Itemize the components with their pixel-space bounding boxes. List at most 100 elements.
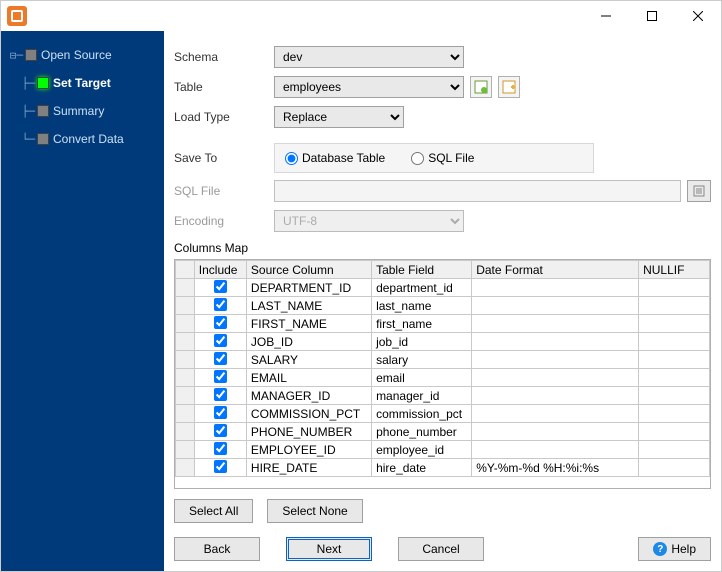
date-cell[interactable] [472,441,639,459]
columns-map-grid[interactable]: Include Source Column Table Field Date F… [174,259,711,489]
saveto-radio-sql[interactable]: SQL File [411,151,474,165]
table-row[interactable]: LAST_NAMElast_name [176,297,710,315]
include-cell[interactable] [194,405,246,423]
source-cell[interactable]: DEPARTMENT_ID [246,279,371,297]
table-row[interactable]: SALARYsalary [176,351,710,369]
help-button[interactable]: ? Help [638,537,711,561]
cancel-button[interactable]: Cancel [398,537,484,561]
loadtype-select[interactable]: Replace [274,106,404,128]
field-cell[interactable]: employee_id [372,441,472,459]
date-cell[interactable] [472,333,639,351]
row-header[interactable] [176,459,195,477]
field-cell[interactable]: hire_date [372,459,472,477]
row-header[interactable] [176,405,195,423]
refresh-table-button[interactable] [470,76,492,98]
nullif-cell[interactable] [639,459,710,477]
source-cell[interactable]: MANAGER_ID [246,387,371,405]
row-header[interactable] [176,387,195,405]
date-cell[interactable] [472,351,639,369]
table-row[interactable]: DEPARTMENT_IDdepartment_id [176,279,710,297]
nullif-cell[interactable] [639,423,710,441]
row-header[interactable] [176,423,195,441]
include-checkbox[interactable] [214,388,227,401]
maximize-button[interactable] [629,1,675,31]
table-row[interactable]: HIRE_DATEhire_date%Y-%m-%d %H:%i:%s [176,459,710,477]
nullif-cell[interactable] [639,369,710,387]
table-row[interactable]: EMAILemail [176,369,710,387]
source-cell[interactable]: EMAIL [246,369,371,387]
source-cell[interactable]: EMPLOYEE_ID [246,441,371,459]
date-cell[interactable] [472,387,639,405]
date-cell[interactable] [472,297,639,315]
source-cell[interactable]: LAST_NAME [246,297,371,315]
browse-file-button[interactable] [687,180,711,202]
field-cell[interactable]: phone_number [372,423,472,441]
table-row[interactable]: EMPLOYEE_IDemployee_id [176,441,710,459]
grid-header-nullif[interactable]: NULLIF [639,261,710,279]
nullif-cell[interactable] [639,279,710,297]
field-cell[interactable]: last_name [372,297,472,315]
row-header[interactable] [176,315,195,333]
field-cell[interactable]: salary [372,351,472,369]
next-button[interactable]: Next [286,537,372,561]
table-row[interactable]: MANAGER_IDmanager_id [176,387,710,405]
field-cell[interactable]: first_name [372,315,472,333]
source-cell[interactable]: COMMISSION_PCT [246,405,371,423]
source-cell[interactable]: PHONE_NUMBER [246,423,371,441]
sidebar-item-set-target[interactable]: ├─ Set Target [1,69,164,97]
select-all-button[interactable]: Select All [174,499,253,523]
include-checkbox[interactable] [214,370,227,383]
include-cell[interactable] [194,315,246,333]
row-header[interactable] [176,279,195,297]
include-checkbox[interactable] [214,460,227,473]
nullif-cell[interactable] [639,441,710,459]
include-cell[interactable] [194,333,246,351]
grid-header-field[interactable]: Table Field [372,261,472,279]
field-cell[interactable]: commission_pct [372,405,472,423]
source-cell[interactable]: SALARY [246,351,371,369]
select-none-button[interactable]: Select None [267,499,362,523]
include-checkbox[interactable] [214,406,227,419]
include-cell[interactable] [194,297,246,315]
field-cell[interactable]: email [372,369,472,387]
table-row[interactable]: PHONE_NUMBERphone_number [176,423,710,441]
row-header[interactable] [176,333,195,351]
include-cell[interactable] [194,387,246,405]
date-cell[interactable] [472,279,639,297]
include-checkbox[interactable] [214,442,227,455]
source-cell[interactable]: FIRST_NAME [246,315,371,333]
include-checkbox[interactable] [214,334,227,347]
include-cell[interactable] [194,351,246,369]
row-header[interactable] [176,351,195,369]
include-checkbox[interactable] [214,280,227,293]
date-cell[interactable]: %Y-%m-%d %H:%i:%s [472,459,639,477]
back-button[interactable]: Back [174,537,260,561]
nullif-cell[interactable] [639,315,710,333]
include-checkbox[interactable] [214,316,227,329]
saveto-radio-db[interactable]: Database Table [285,151,385,165]
sidebar-item-summary[interactable]: ├─ Summary [1,97,164,125]
table-row[interactable]: JOB_IDjob_id [176,333,710,351]
field-cell[interactable]: department_id [372,279,472,297]
row-header[interactable] [176,441,195,459]
field-cell[interactable]: job_id [372,333,472,351]
sidebar-item-open-source[interactable]: ⊟─ Open Source [1,41,164,69]
include-checkbox[interactable] [214,298,227,311]
field-cell[interactable]: manager_id [372,387,472,405]
nullif-cell[interactable] [639,387,710,405]
include-cell[interactable] [194,423,246,441]
nullif-cell[interactable] [639,351,710,369]
nullif-cell[interactable] [639,297,710,315]
date-cell[interactable] [472,405,639,423]
include-cell[interactable] [194,369,246,387]
minimize-button[interactable] [583,1,629,31]
source-cell[interactable]: JOB_ID [246,333,371,351]
table-select[interactable]: employees [274,76,464,98]
grid-header-date[interactable]: Date Format [472,261,639,279]
saveto-radio-sql-input[interactable] [411,152,424,165]
nullif-cell[interactable] [639,405,710,423]
grid-header-source[interactable]: Source Column [246,261,371,279]
include-cell[interactable] [194,441,246,459]
date-cell[interactable] [472,369,639,387]
row-header[interactable] [176,369,195,387]
